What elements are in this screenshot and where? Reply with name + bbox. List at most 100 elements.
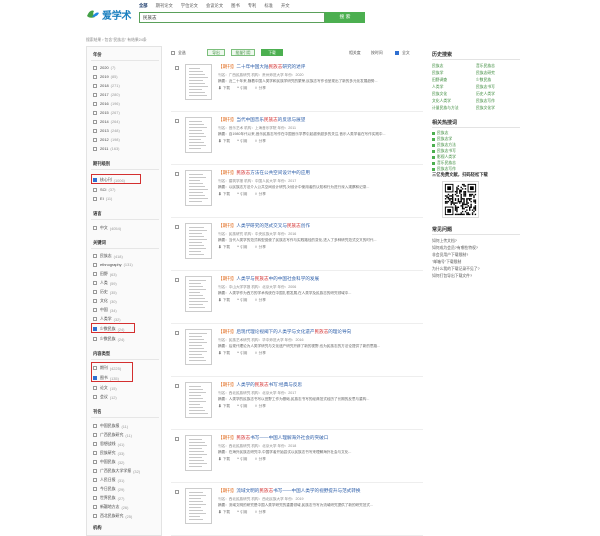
checkbox[interactable] — [93, 451, 97, 455]
checkbox[interactable] — [93, 226, 97, 230]
filter-year-item[interactable]: 2020 (7) — [93, 65, 115, 70]
checkbox[interactable] — [175, 331, 179, 335]
faq-link[interactable]: 如何上传文档? — [432, 239, 457, 244]
checkbox[interactable] — [93, 137, 97, 142]
filter-keyword-item[interactable]: 历史 (35) — [93, 289, 117, 295]
filter-year-item[interactable]: 2014 (264) — [93, 119, 120, 124]
cite-link[interactable]: ❝ 引用 — [237, 86, 247, 91]
checkbox[interactable] — [93, 74, 97, 79]
history-link[interactable]: 人类学 — [432, 85, 443, 90]
result-title[interactable]: 【期刊】当代中国音乐民族志的反思与展望 — [218, 117, 418, 123]
share-link[interactable]: ⇪ 分享 — [254, 510, 266, 515]
filter-year-item[interactable]: 2018 (271) — [93, 83, 120, 88]
site-logo[interactable]: 爱学术 — [86, 6, 132, 22]
result-item[interactable]: 【期刊】后现代理论视阈下的人类学与文化遗产民族志的理论导向 刊名：民族艺术研究 机… — [171, 325, 423, 377]
cite-link[interactable]: ❝ 引用 — [237, 245, 247, 250]
result-title[interactable]: 【期刊】流域文明的民族志书写——中国人类学的视野提升与范式转换 — [218, 488, 418, 494]
faq-link[interactable]: 非会员用户下载限制? — [432, 253, 468, 258]
download-link[interactable]: ⬇ 下载 — [218, 404, 230, 409]
checkbox[interactable] — [175, 119, 179, 123]
nav-standard[interactable]: 标准 — [264, 3, 273, 9]
cite-link[interactable]: ❝ 引用 — [237, 510, 247, 515]
result-title[interactable]: 【期刊】民族志方法在公共空间设计中的应用 — [218, 170, 418, 176]
filter-journal-item[interactable]: 中国民族报 (11) — [93, 423, 128, 429]
filter-keyword-item[interactable]: 民族志 (418) — [93, 253, 123, 259]
filter-type-item[interactable]: 论文 (15) — [93, 385, 117, 391]
checkbox[interactable] — [93, 254, 97, 258]
result-thumbnail[interactable] — [185, 223, 212, 259]
result-title[interactable]: 【期刊】人类学研究的范式交叉与民族志创作 — [218, 223, 418, 229]
checkbox[interactable] — [93, 290, 97, 294]
checkbox[interactable] — [93, 272, 97, 276]
history-link[interactable]: 计量民族与方法 — [432, 106, 459, 111]
filter-journal-item[interactable]: 西北民族研究 (25) — [93, 513, 132, 519]
checkbox[interactable] — [93, 299, 97, 303]
sort-relevance[interactable]: 相关度 — [349, 50, 361, 56]
faq-link[interactable]: "邮箱号"下载限制 — [432, 260, 461, 265]
share-link[interactable]: ⇪ 分享 — [254, 139, 266, 144]
search-input[interactable]: 民族志 — [139, 12, 325, 23]
filter-year-item[interactable]: 2019 (85) — [93, 74, 118, 79]
download-link[interactable]: ⬇ 下载 — [218, 510, 230, 515]
checkbox[interactable] — [93, 83, 97, 88]
filter-language-item[interactable]: 中文 (4054) — [93, 225, 121, 231]
filter-keyword-item[interactable]: 人类 (59) — [93, 280, 117, 286]
checkbox[interactable] — [93, 262, 97, 267]
faq-link[interactable]: 如何成为会员?有哪些特权? — [432, 246, 478, 251]
result-title[interactable]: 【期刊】人类学与民族志中的中国社会科学的发展 — [218, 276, 418, 282]
nav-journal[interactable]: 期刊论文 — [156, 3, 173, 9]
checkbox[interactable] — [93, 478, 97, 482]
checkbox[interactable] — [93, 433, 97, 437]
filter-keyword-item[interactable]: 田野 (63) — [93, 271, 117, 277]
filter-keyword-item[interactable]: 文化 (30) — [93, 298, 117, 304]
filter-journal-item[interactable]: 民族研究 (33) — [93, 450, 124, 456]
history-link[interactable]: 民族志写作 — [476, 99, 495, 104]
nav-book[interactable]: 图书 — [231, 3, 240, 9]
share-link[interactable]: ⇪ 分享 — [254, 86, 266, 91]
checkbox[interactable] — [93, 146, 97, 151]
checkbox[interactable] — [93, 442, 97, 446]
share-link[interactable]: ⇪ 分享 — [254, 245, 266, 250]
result-item[interactable]: 【期刊】民族志方法在公共空间设计中的应用 刊名：建筑学报 机构：中国人民大学 年份… — [171, 166, 423, 218]
fulltext-toggle[interactable]: 全文 — [395, 50, 410, 56]
checkbox[interactable] — [93, 337, 97, 341]
checkbox[interactable] — [93, 110, 97, 115]
download-link[interactable]: ⬇ 下载 — [218, 139, 230, 144]
filter-journal-item[interactable]: 中国民族 (32) — [93, 459, 124, 465]
filter-level-item[interactable]: EI (11) — [93, 196, 112, 201]
filter-journal-item[interactable]: 人民日报 (31) — [93, 477, 124, 483]
checkbox[interactable] — [93, 514, 97, 518]
checkbox[interactable] — [93, 196, 97, 201]
history-link[interactable]: 民族志书写 — [476, 85, 495, 90]
checkbox[interactable] — [93, 460, 97, 464]
result-thumbnail[interactable] — [185, 64, 212, 100]
select-all[interactable]: 全选 — [171, 50, 186, 56]
filter-year-item[interactable]: 2015 (267) — [93, 110, 120, 115]
related-link[interactable]: 民族志学 — [432, 137, 452, 142]
download-link[interactable]: ⬇ 下载 — [218, 86, 230, 91]
checkbox[interactable] — [93, 395, 97, 399]
result-thumbnail[interactable] — [185, 276, 212, 312]
result-item[interactable]: 【期刊】人类学研究的范式交叉与民族志创作 刊名：民族研究 机构：中央民族大学 年份… — [171, 219, 423, 271]
download-link[interactable]: ⬇ 下载 — [218, 245, 230, 250]
checkbox[interactable] — [93, 119, 97, 124]
checkbox[interactable] — [175, 66, 179, 70]
share-link[interactable]: ⇪ 分享 — [254, 298, 266, 303]
cite-link[interactable]: ❝ 引用 — [237, 351, 247, 356]
result-item[interactable]: 【期刊】流域文明的民族志书写——中国人类学的视野提升与范式转换 刊名：西北民族研究… — [171, 484, 423, 536]
download-button[interactable]: 下载 — [261, 49, 283, 56]
checkbox[interactable] — [175, 225, 179, 229]
history-link[interactable]: 少数民族 — [476, 78, 491, 83]
history-link[interactable]: 文化人类学 — [432, 99, 451, 104]
result-thumbnail[interactable] — [185, 117, 212, 153]
checkbox[interactable] — [93, 496, 97, 500]
nav-thesis[interactable]: 学位论文 — [181, 3, 198, 9]
result-thumbnail[interactable] — [185, 382, 212, 418]
checkbox[interactable] — [93, 92, 97, 97]
filter-journal-item[interactable]: 广西民族大学学报 (32) — [93, 468, 140, 474]
result-thumbnail[interactable] — [185, 488, 212, 524]
download-link[interactable]: ⬇ 下载 — [218, 192, 230, 197]
history-link[interactable]: 民族文化学 — [476, 106, 495, 111]
filter-keyword-item[interactable]: 中国 (34) — [93, 307, 117, 313]
faq-link[interactable]: 为什么我的下载记录不见了? — [432, 267, 480, 272]
